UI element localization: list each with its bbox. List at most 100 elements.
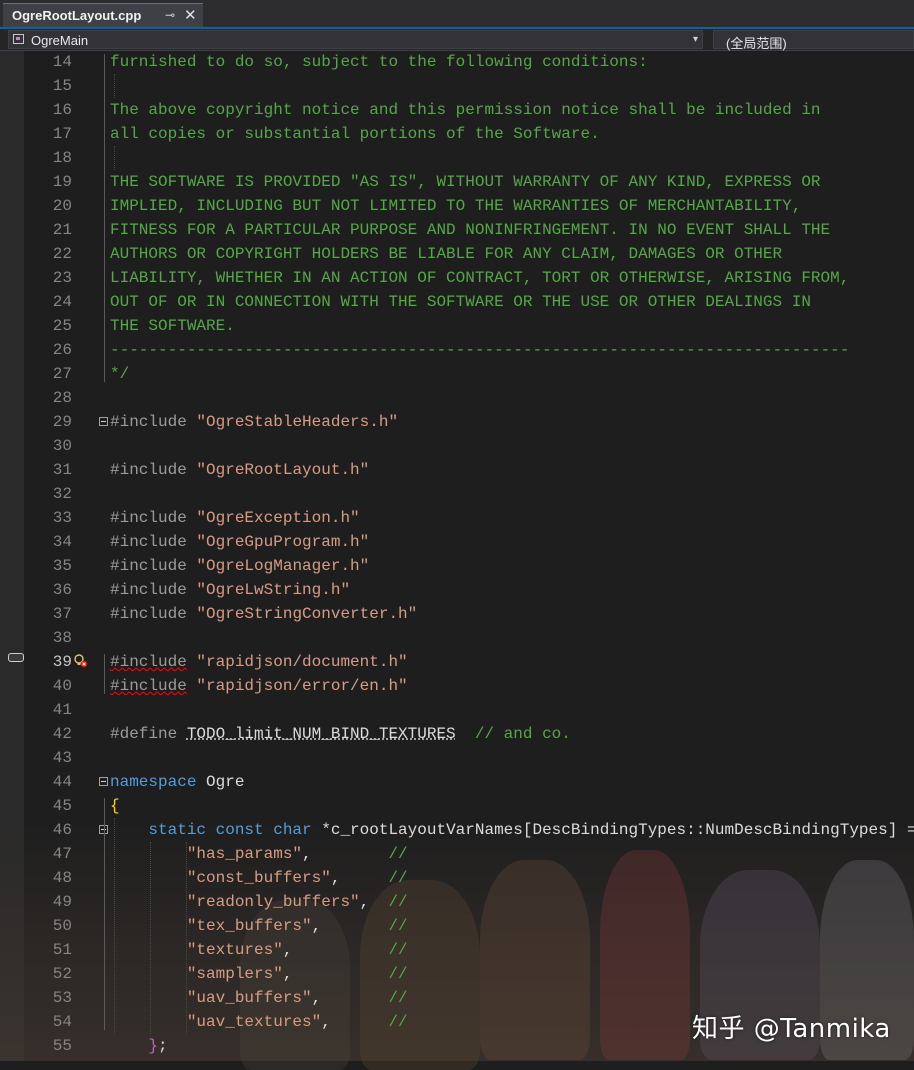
code-token: , — [311, 917, 389, 935]
project-scope-dropdown[interactable]: OgreMain ▾ — [8, 30, 703, 49]
lightbulb-error-icon[interactable] — [73, 653, 89, 669]
collapse-icon[interactable] — [99, 417, 108, 426]
code-token: furnished to do so, subject to the follo… — [110, 53, 648, 71]
code-token: , — [302, 845, 389, 863]
code-text: THE SOFTWARE. — [110, 314, 235, 338]
code-line[interactable]: 33 #include "OgreException.h" — [0, 506, 914, 530]
code-text: #include "OgreLogManager.h" — [110, 554, 369, 578]
code-token: "uav_buffers" — [186, 989, 312, 1007]
code-token: "tex_buffers" — [186, 917, 312, 935]
code-line[interactable]: 47 "has_params", // — [0, 842, 914, 866]
code-line[interactable]: 17 all copies or substantial portions of … — [0, 122, 914, 146]
code-line[interactable]: 53 "uav_buffers", // — [0, 986, 914, 1010]
code-token: "const_buffers" — [186, 869, 331, 887]
line-number: 31 — [52, 461, 72, 479]
code-line[interactable]: 39 #include "rapidjson/document.h" — [0, 650, 914, 674]
code-line[interactable]: 46 static const char *c_rootLayoutVarNam… — [0, 818, 914, 842]
code-text: "has_params", // — [110, 842, 408, 866]
line-number: 25 — [52, 317, 72, 335]
code-token: #include — [110, 461, 197, 479]
indent-guide — [114, 146, 115, 170]
code-line[interactable]: 16 The above copyright notice and this pe… — [0, 98, 914, 122]
code-token: all copies or substantial portions of th… — [110, 125, 600, 143]
code-line[interactable]: 35 #include "OgreLogManager.h" — [0, 554, 914, 578]
code-line[interactable]: 27 */ — [0, 362, 914, 386]
code-line[interactable]: 36 #include "OgreLwString.h" — [0, 578, 914, 602]
code-token: "OgreStringConverter.h" — [196, 605, 418, 623]
line-number: 44 — [52, 773, 72, 791]
code-text: "tex_buffers", // — [110, 914, 408, 938]
code-line[interactable]: 38 — [0, 626, 914, 650]
code-text: #include "rapidjson/document.h" — [110, 650, 408, 674]
code-line[interactable]: 24 OUT OF OR IN CONNECTION WITH THE SOFTW… — [0, 290, 914, 314]
code-line[interactable]: 50 "tex_buffers", // — [0, 914, 914, 938]
code-text: "const_buffers", // — [110, 866, 408, 890]
code-line[interactable]: 18 — [0, 146, 914, 170]
navigation-bar: OgreMain ▾ (全局范围) — [0, 29, 914, 51]
code-text: furnished to do so, subject to the follo… — [110, 50, 648, 74]
code-line[interactable]: 43 — [0, 746, 914, 770]
code-line[interactable]: 29 #include "OgreStableHeaders.h" — [0, 410, 914, 434]
indent-guide — [114, 74, 115, 98]
code-line[interactable]: 20 IMPLIED, INCLUDING BUT NOT LIMITED TO … — [0, 194, 914, 218]
code-line[interactable]: 15 — [0, 74, 914, 98]
code-text: #include "OgreStableHeaders.h" — [110, 410, 398, 434]
code-token: static const char — [148, 821, 312, 839]
code-text: }; — [110, 1034, 167, 1058]
code-line[interactable]: 41 — [0, 698, 914, 722]
code-line[interactable]: 32 — [0, 482, 914, 506]
code-line[interactable]: 23 LIABILITY, WHETHER IN AN ACTION OF CON… — [0, 266, 914, 290]
line-number: 38 — [52, 629, 72, 647]
code-token: */ — [110, 365, 130, 383]
code-line[interactable]: 25 THE SOFTWARE. — [0, 314, 914, 338]
code-text: AUTHORS OR COPYRIGHT HOLDERS BE LIABLE F… — [110, 242, 782, 266]
code-line[interactable]: 45 { — [0, 794, 914, 818]
code-line[interactable]: 19 THE SOFTWARE IS PROVIDED "AS IS", WITH… — [0, 170, 914, 194]
code-line[interactable]: 40 #include "rapidjson/error/en.h" — [0, 674, 914, 698]
line-number: 43 — [52, 749, 72, 767]
code-line[interactable]: 31 #include "OgreRootLayout.h" — [0, 458, 914, 482]
code-line[interactable]: 37 #include "OgreStringConverter.h" — [0, 602, 914, 626]
code-line[interactable]: 42 #define TODO_limit_NUM_BIND_TEXTURES /… — [0, 722, 914, 746]
code-token: , — [282, 941, 389, 959]
member-scope-dropdown[interactable]: (全局范围) — [713, 30, 914, 51]
code-line[interactable]: 34 #include "OgreGpuProgram.h" — [0, 530, 914, 554]
code-line[interactable]: 48 "const_buffers", // — [0, 866, 914, 890]
code-token: #define — [110, 725, 187, 743]
line-number: 17 — [52, 125, 72, 143]
code-line[interactable]: 14 furnished to do so, subject to the fol… — [0, 50, 914, 74]
close-icon[interactable]: ✕ — [184, 6, 197, 24]
code-line[interactable]: 21 FITNESS FOR A PARTICULAR PURPOSE AND N… — [0, 218, 914, 242]
line-number: 14 — [52, 53, 72, 71]
code-line[interactable]: 51 "textures", // — [0, 938, 914, 962]
code-token: "OgreLwString.h" — [196, 581, 351, 599]
chevron-down-icon: ▾ — [692, 34, 698, 45]
code-line[interactable]: 52 "samplers", // — [0, 962, 914, 986]
code-token: THE SOFTWARE. — [110, 317, 235, 335]
line-number: 35 — [52, 557, 72, 575]
code-line[interactable]: 44 namespace Ogre — [0, 770, 914, 794]
code-text: The above copyright notice and this perm… — [110, 98, 821, 122]
code-line[interactable]: 26 --------------------------------------… — [0, 338, 914, 362]
pin-icon[interactable]: ⊸ — [165, 8, 175, 22]
collapse-icon[interactable] — [99, 777, 108, 786]
line-number: 49 — [52, 893, 72, 911]
code-token: #include — [110, 581, 197, 599]
code-line[interactable]: 28 — [0, 386, 914, 410]
code-text: static const char *c_rootLayoutVarNames[… — [110, 818, 914, 842]
line-number: 36 — [52, 581, 72, 599]
line-number: 32 — [52, 485, 72, 503]
tab-ogre-root-layout[interactable]: OgreRootLayout.cpp ⊸ ✕ — [3, 3, 203, 27]
code-text: IMPLIED, INCLUDING BUT NOT LIMITED TO TH… — [110, 194, 801, 218]
code-token: // — [388, 941, 408, 959]
line-number: 19 — [52, 173, 72, 191]
code-token: "samplers" — [186, 965, 283, 983]
code-line[interactable]: 22 AUTHORS OR COPYRIGHT HOLDERS BE LIABLE… — [0, 242, 914, 266]
line-number: 39 — [52, 653, 72, 671]
watermark-text: 知乎 @Tanmika — [692, 1014, 891, 1044]
code-line[interactable]: 49 "readonly_buffers", // — [0, 890, 914, 914]
code-line[interactable]: 30 — [0, 434, 914, 458]
code-token: "rapidjson/document.h" — [196, 653, 408, 671]
